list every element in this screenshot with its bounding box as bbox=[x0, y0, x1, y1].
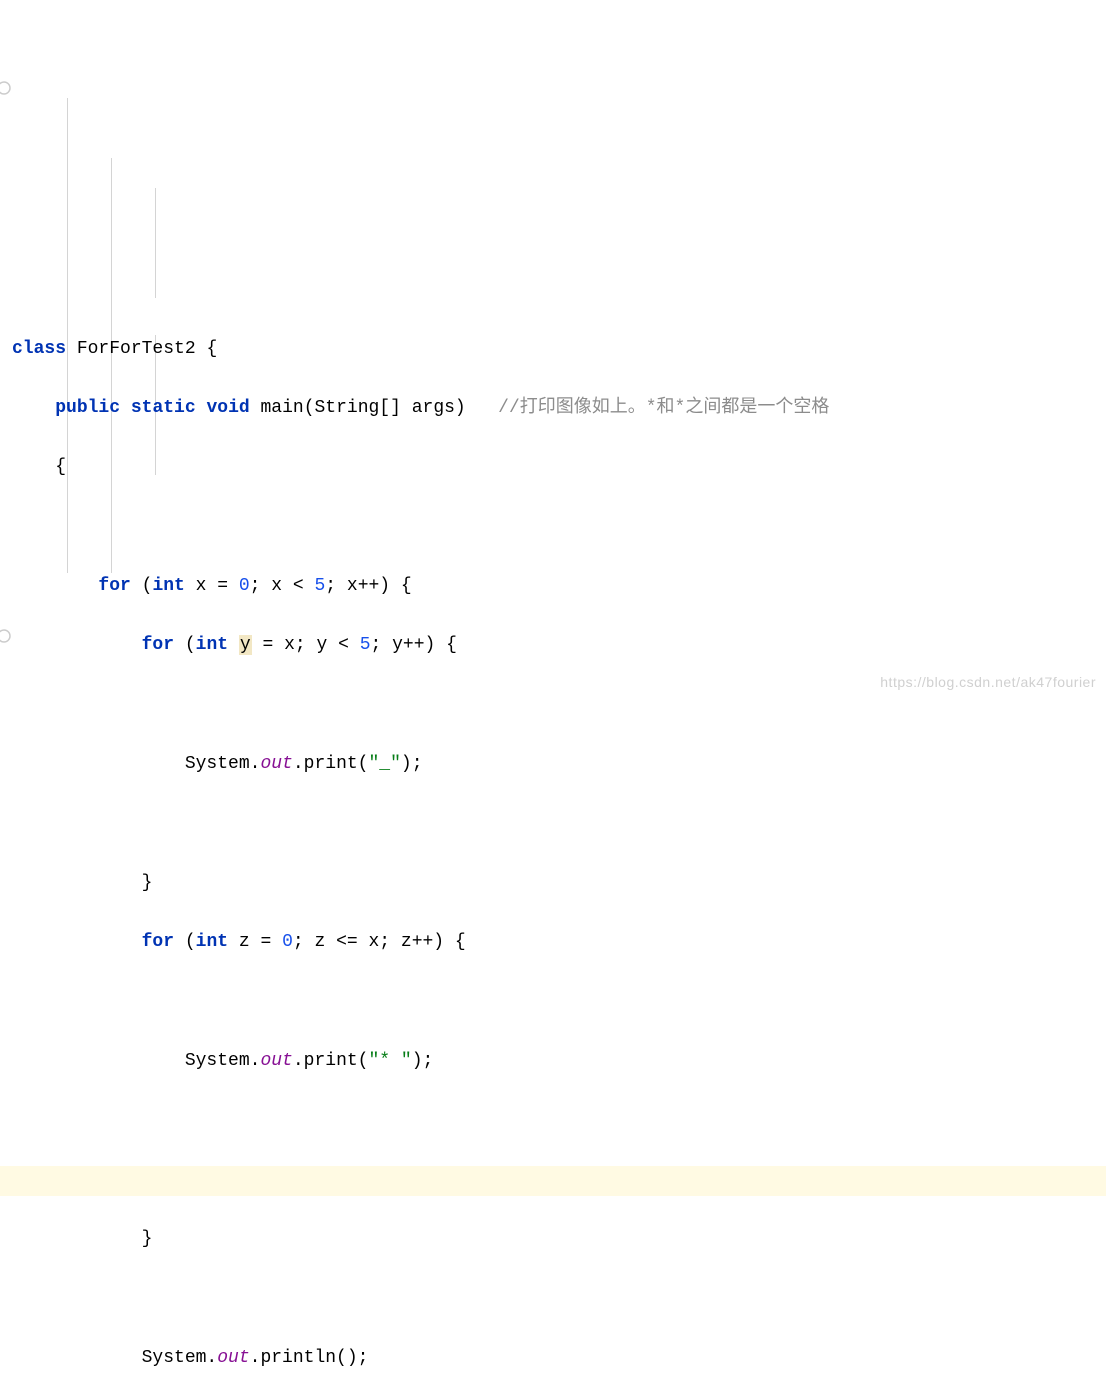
code-line[interactable] bbox=[12, 1285, 1094, 1315]
field-out: out bbox=[217, 1348, 249, 1368]
code-line[interactable]: System.out.print("_"); bbox=[12, 750, 1094, 780]
code-line[interactable]: public static void main(String[] args) /… bbox=[12, 394, 1094, 424]
code-line[interactable] bbox=[12, 810, 1094, 840]
keyword-public: public bbox=[55, 398, 120, 418]
number-literal: 5 bbox=[314, 576, 325, 596]
keyword-for: for bbox=[142, 635, 174, 655]
field-out: out bbox=[260, 754, 292, 774]
keyword-static: static bbox=[131, 398, 196, 418]
code-line[interactable] bbox=[12, 1106, 1094, 1136]
code-line[interactable]: { bbox=[12, 453, 1094, 483]
code-line[interactable] bbox=[12, 988, 1094, 1018]
keyword-for: for bbox=[98, 576, 130, 596]
keyword-class: class bbox=[12, 339, 66, 359]
code-line[interactable]: } bbox=[12, 869, 1094, 899]
number-literal: 0 bbox=[282, 932, 293, 952]
method-end-gutter-icon bbox=[0, 628, 12, 644]
code-line[interactable]: for (int z = 0; z <= x; z++) { bbox=[12, 928, 1094, 958]
keyword-int: int bbox=[152, 576, 184, 596]
code-line[interactable]: for (int x = 0; x < 5; x++) { bbox=[12, 572, 1094, 602]
string-literal: "_" bbox=[368, 754, 400, 774]
string-literal: "* " bbox=[368, 1051, 411, 1071]
code-line[interactable]: class ForForTest2 { bbox=[12, 335, 1094, 365]
class-name: ForForTest2 { bbox=[66, 339, 217, 359]
keyword-int: int bbox=[196, 932, 228, 952]
comment: //打印图像如上。*和*之间都是一个空格 bbox=[498, 398, 829, 418]
indent-guide bbox=[155, 188, 156, 298]
code-line[interactable]: for (int y = x; y < 5; y++) { bbox=[12, 631, 1094, 661]
number-literal: 5 bbox=[360, 635, 371, 655]
variable-highlight: y bbox=[239, 635, 252, 655]
field-out: out bbox=[260, 1051, 292, 1071]
code-line-highlighted[interactable] bbox=[0, 1166, 1106, 1196]
number-literal: 0 bbox=[239, 576, 250, 596]
keyword-void: void bbox=[206, 398, 249, 418]
code-line[interactable] bbox=[12, 513, 1094, 543]
code-line[interactable]: } bbox=[12, 1225, 1094, 1255]
method-gutter-icon bbox=[0, 80, 12, 96]
code-line[interactable]: System.out.println(); bbox=[12, 1344, 1094, 1374]
keyword-int: int bbox=[196, 635, 228, 655]
code-editor[interactable]: class ForForTest2 { public static void m… bbox=[0, 0, 1106, 1400]
keyword-for: for bbox=[142, 932, 174, 952]
code-line[interactable] bbox=[12, 691, 1094, 721]
method-signature: main(String[] args) bbox=[250, 398, 498, 418]
code-line[interactable]: System.out.print("* "); bbox=[12, 1047, 1094, 1077]
